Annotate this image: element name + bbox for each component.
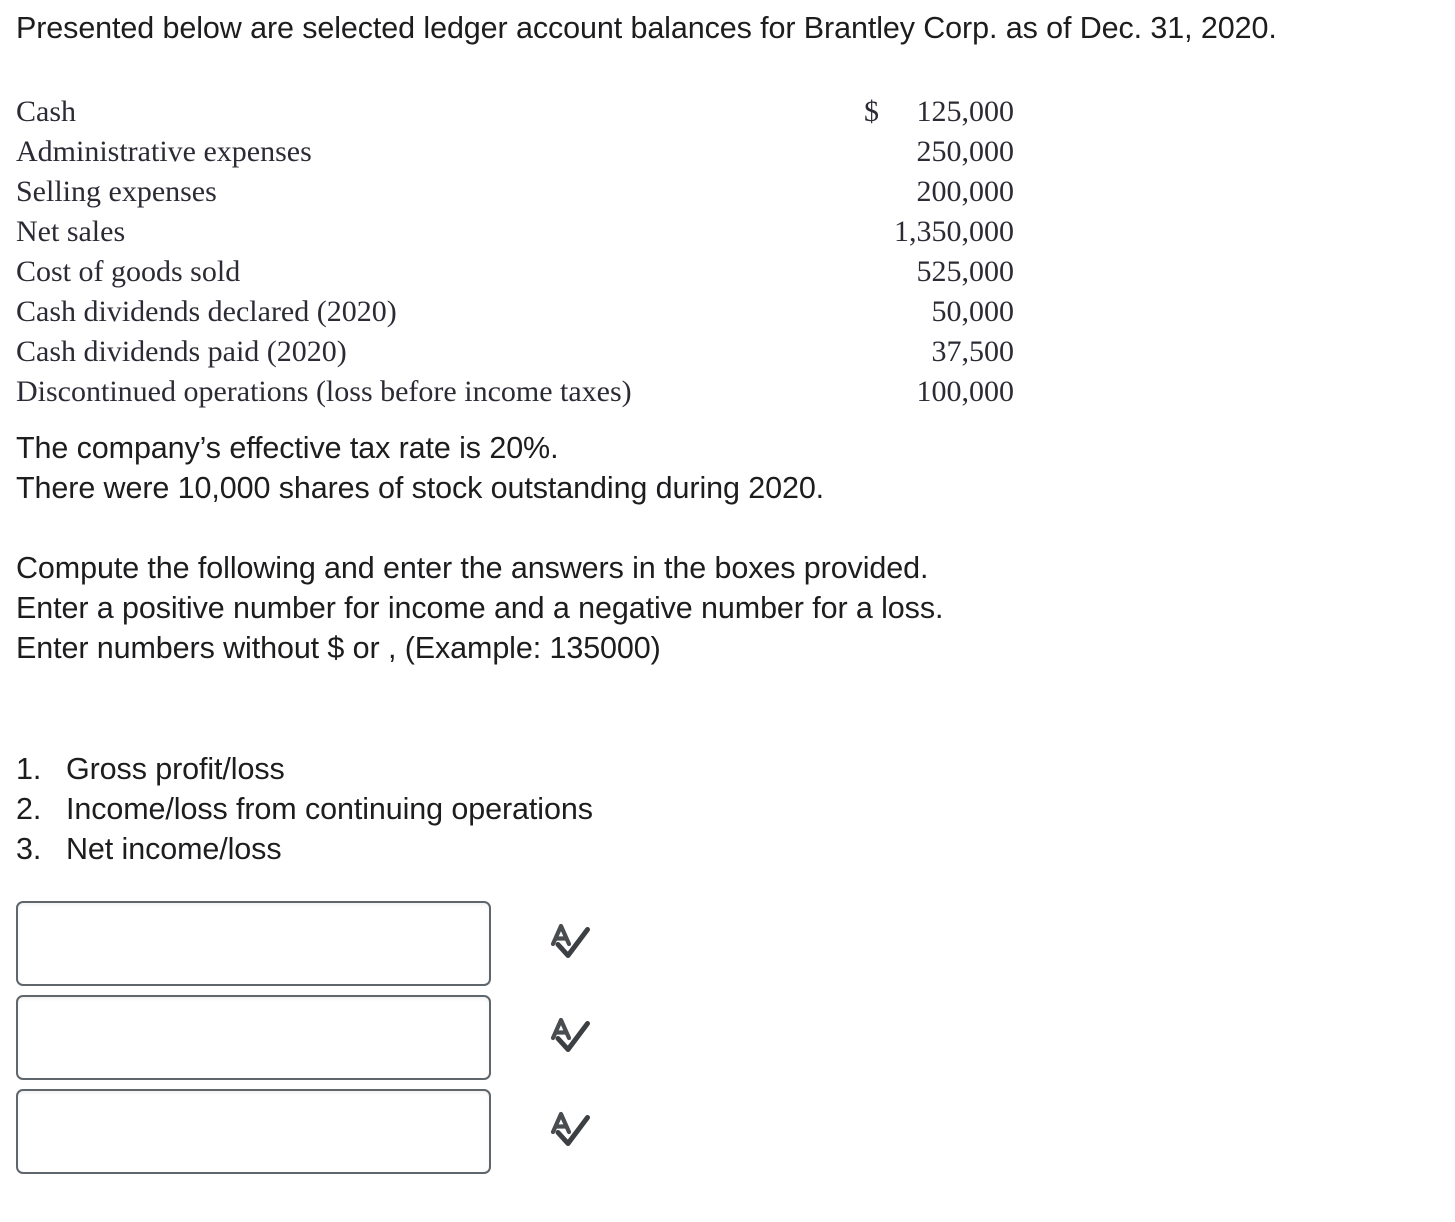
problem-instructions: Compute the following and enter the answ…	[16, 548, 1436, 668]
list-item: 3. Net income/loss	[16, 829, 916, 869]
ledger-account-label: Administrative expenses	[16, 135, 312, 168]
answer-input-gross-profit-loss[interactable]	[16, 901, 491, 986]
ledger-account-label: Discontinued operations (loss before inc…	[16, 375, 632, 408]
list-item: 1. Gross profit/loss	[16, 749, 916, 789]
answer-row	[16, 995, 636, 1087]
task-list: 1. Gross profit/loss 2. Income/loss from c…	[16, 749, 916, 869]
answer-input-income-loss-continuing-operations[interactable]	[16, 995, 491, 1080]
ledger-account-label: Cost of goods sold	[16, 255, 241, 288]
task-number: 3.	[16, 832, 42, 866]
problem-notes: The company’s effective tax rate is 20%.…	[16, 428, 1436, 508]
spellcheck-icon[interactable]	[544, 1011, 596, 1063]
table-row: Selling expenses 200,000	[16, 172, 1016, 212]
table-row: Cost of goods sold 525,000	[16, 252, 1016, 292]
task-number: 1.	[16, 752, 42, 786]
task-label: Net income/loss	[66, 832, 282, 866]
table-row: Net sales 1,350,000	[16, 212, 1016, 252]
ledger-account-amount: 525,000	[916, 255, 1015, 288]
answer-row	[16, 1089, 636, 1181]
task-label: Income/loss from continuing operations	[66, 792, 593, 826]
ledger-account-amount: 125,000	[916, 95, 1015, 128]
worksheet-page: Presented below are selected ledger acco…	[0, 0, 1455, 1222]
problem-intro-text: Presented below are selected ledger acco…	[16, 11, 1277, 45]
instruction-number-format: Enter numbers without $ or , (Example: 1…	[16, 631, 661, 665]
answer-fields-group	[16, 901, 636, 1183]
ledger-account-label: Net sales	[16, 215, 126, 248]
note-shares-outstanding: There were 10,000 shares of stock outsta…	[16, 471, 825, 505]
answer-input-net-income-loss[interactable]	[16, 1089, 491, 1174]
ledger-account-amount: 50,000	[931, 295, 1015, 328]
ledger-account-amount: 37,500	[931, 335, 1015, 368]
table-row: Cash dividends declared (2020) 50,000	[16, 292, 1016, 332]
table-row: Discontinued operations (loss before inc…	[16, 372, 1016, 412]
ledger-account-amount: 200,000	[916, 175, 1015, 208]
table-row: Cash $ 125,000	[16, 92, 1016, 132]
task-label: Gross profit/loss	[66, 752, 285, 786]
ledger-account-label: Selling expenses	[16, 175, 217, 208]
instruction-sign-convention: Enter a positive number for income and a…	[16, 591, 944, 625]
ledger-account-balances-table: Cash $ 125,000 Administrative expenses 2…	[16, 92, 1016, 412]
ledger-account-label: Cash dividends declared (2020)	[16, 295, 397, 328]
ledger-account-label: Cash dividends paid (2020)	[16, 335, 347, 368]
spellcheck-icon[interactable]	[544, 1105, 596, 1157]
table-row: Cash dividends paid (2020) 37,500	[16, 332, 1016, 372]
ledger-account-label: Cash	[16, 95, 76, 128]
task-number: 2.	[16, 792, 42, 826]
spellcheck-icon[interactable]	[544, 917, 596, 969]
list-item: 2. Income/loss from continuing operations	[16, 789, 916, 829]
answer-row	[16, 901, 636, 993]
ledger-account-amount: 250,000	[916, 135, 1015, 168]
note-tax-rate: The company’s effective tax rate is 20%.	[16, 431, 559, 465]
table-row: Administrative expenses 250,000	[16, 132, 1016, 172]
instruction-compute: Compute the following and enter the answ…	[16, 551, 929, 585]
ledger-account-amount: 1,350,000	[894, 215, 1014, 248]
ledger-account-amount: 100,000	[916, 375, 1015, 408]
